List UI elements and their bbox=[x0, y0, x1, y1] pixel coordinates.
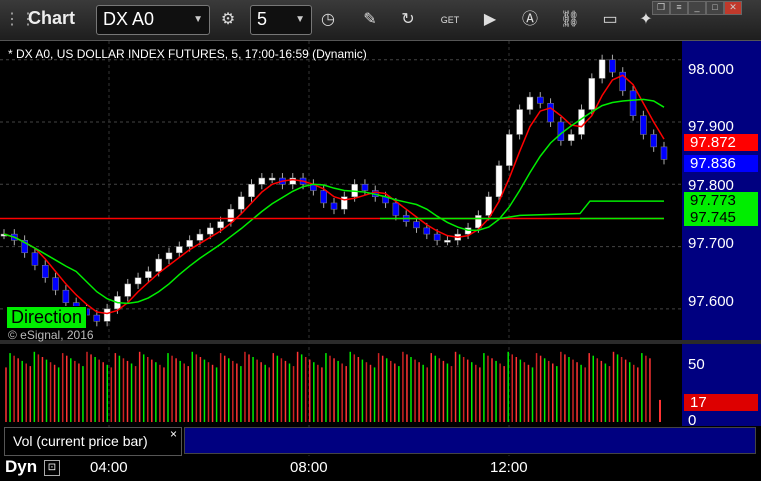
candle-body bbox=[392, 202, 400, 216]
green-level-line bbox=[380, 200, 664, 220]
candle-body bbox=[361, 184, 369, 191]
price-tick: 98.000 bbox=[688, 61, 734, 78]
dynamic-mode[interactable]: Dyn bbox=[5, 457, 37, 477]
candle-body bbox=[650, 134, 657, 148]
candle-body bbox=[537, 96, 544, 104]
candle-body bbox=[660, 146, 668, 160]
volume-badge: 17 bbox=[684, 394, 758, 411]
candle-body bbox=[444, 240, 451, 243]
volume-tick: 50 bbox=[688, 356, 705, 373]
candle-body bbox=[588, 78, 596, 110]
candle-body bbox=[52, 277, 59, 291]
price-tick: 97.700 bbox=[688, 235, 734, 252]
candle-body bbox=[495, 165, 503, 197]
candle-body bbox=[609, 59, 616, 73]
candle-body bbox=[516, 109, 523, 135]
candle-body bbox=[155, 258, 162, 272]
copyright-text: © eSignal, 2016 bbox=[8, 328, 94, 342]
chart-svg bbox=[0, 41, 682, 456]
candle-body bbox=[62, 289, 70, 303]
candle-body bbox=[485, 196, 492, 216]
candle-body bbox=[134, 277, 142, 285]
candle-body bbox=[567, 134, 575, 141]
candle-body bbox=[433, 233, 441, 241]
candle-body bbox=[124, 283, 131, 297]
candle-body bbox=[207, 227, 214, 235]
candle-body bbox=[217, 221, 224, 229]
volume-study-label[interactable]: Vol (current price bar) bbox=[4, 427, 182, 456]
blue-price-badge: 97.836 bbox=[684, 155, 758, 172]
candle-body bbox=[506, 134, 513, 166]
candle-body bbox=[526, 96, 534, 110]
time-tick: 12:00 bbox=[490, 459, 528, 476]
candle-body bbox=[330, 202, 338, 210]
candle-body bbox=[598, 59, 606, 79]
volume-label-text: Vol (current price bar) bbox=[13, 433, 148, 449]
candle-body bbox=[93, 314, 101, 322]
candle-body bbox=[578, 109, 585, 135]
close-study-icon[interactable]: × bbox=[170, 427, 177, 441]
red-ma-line bbox=[3, 74, 665, 315]
candle-body bbox=[196, 233, 204, 241]
direction-label: Direction bbox=[6, 306, 88, 329]
time-tick: 08:00 bbox=[290, 459, 328, 476]
candle-body bbox=[258, 177, 266, 185]
candle-body bbox=[145, 271, 152, 278]
candle-body bbox=[31, 252, 39, 266]
green-lower-badge: 97.745 bbox=[684, 209, 758, 226]
candle-body bbox=[629, 90, 637, 117]
candle-body bbox=[423, 227, 431, 235]
candle-body bbox=[186, 240, 193, 247]
candle-body bbox=[413, 221, 420, 229]
volume-label-bar bbox=[184, 427, 756, 454]
chart-subtitle: * DX A0, US DOLLAR INDEX FUTURES, 5, 17:… bbox=[8, 47, 367, 61]
candle-body bbox=[475, 215, 482, 229]
candle-body bbox=[227, 208, 235, 222]
time-tick: 04:00 bbox=[90, 459, 128, 476]
candle-body bbox=[268, 177, 276, 181]
candle-body bbox=[248, 184, 255, 197]
candle-body bbox=[42, 265, 49, 278]
red-price-badge: 97.872 bbox=[684, 134, 758, 151]
price-tick: 97.600 bbox=[688, 293, 734, 310]
price-tick: 97.900 bbox=[688, 118, 734, 135]
candle-body bbox=[176, 246, 183, 254]
candle-body bbox=[640, 115, 647, 135]
candle-body bbox=[103, 308, 111, 322]
candle-body bbox=[320, 190, 327, 204]
lock-icon[interactable]: ⊡ bbox=[44, 460, 60, 476]
green-upper-badge: 97.773 bbox=[684, 192, 758, 209]
candle-body bbox=[165, 252, 173, 260]
candle-body bbox=[237, 196, 245, 210]
candle-body bbox=[547, 103, 554, 123]
